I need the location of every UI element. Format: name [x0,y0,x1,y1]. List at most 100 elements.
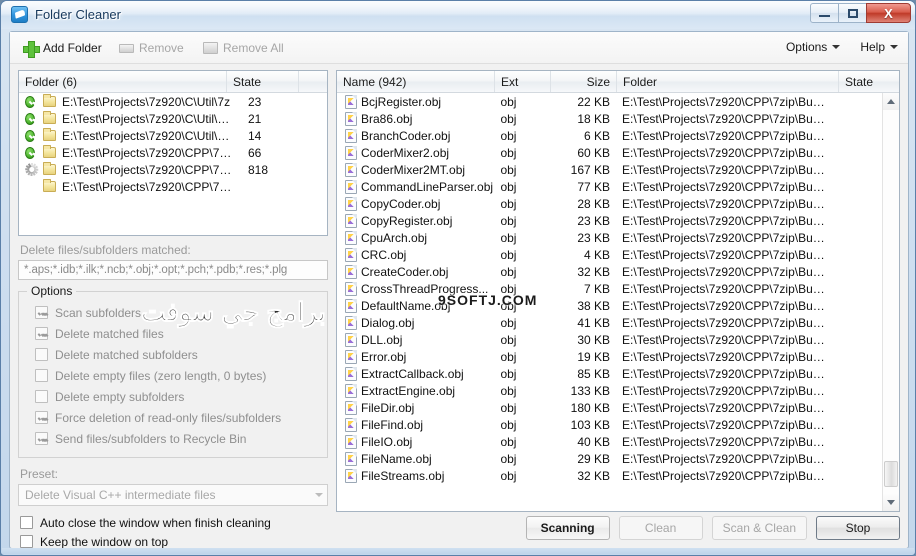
scrollbar-thumb[interactable] [884,461,898,487]
option-checkbox-4[interactable] [35,390,48,403]
option-row-4[interactable]: Delete empty subfolders [27,386,319,407]
ext-column-header[interactable]: Ext [495,71,551,92]
file-row[interactable]: CoderMixer2MT.obj obj 167 KB E:\Test\Projec… [337,161,882,178]
file-row[interactable]: FileIO.obj obj 40 KB E:\Test\Projects\7z920… [337,433,882,450]
obj-file-icon [345,281,357,296]
option-row-3[interactable]: Delete empty files (zero length, 0 bytes… [27,365,319,386]
file-size: 32 KB [577,468,611,483]
file-name: FileName.obj [361,451,432,466]
option-row-6[interactable]: Send files/subfolders to Recycle Bin [27,428,319,449]
file-name: Error.obj [361,349,407,364]
file-row[interactable]: FileName.obj obj 29 KB E:\Test\Projects\7z9… [337,450,882,467]
option-row-0[interactable]: Scan subfolders [27,302,319,323]
obj-file-icon [345,298,357,313]
folder-state-value: 23 [248,94,262,109]
folder-row[interactable]: E:\Test\Projects\7z920\CPP\7zip\... 66 [19,144,327,161]
file-row[interactable]: DefaultName.obj obj 38 KB E:\Test\Projects\… [337,297,882,314]
file-list[interactable]: Name (942) Ext Size Folder State BcjRegi… [336,70,900,512]
toolbar: Add Folder Remove Remove All Options Hel… [10,32,908,64]
file-row[interactable]: CrossThreadProgress... obj 7 KB E:\Test\Pro… [337,280,882,297]
close-button[interactable]: X [866,3,911,23]
add-folder-label: Add Folder [43,41,102,55]
add-folder-button[interactable]: Add Folder [18,37,107,59]
stop-button[interactable]: Stop [816,516,900,540]
name-column-header[interactable]: Name (942) [337,71,495,92]
file-size: 18 KB [577,111,611,126]
option-label-0: Scan subfolders [55,305,142,320]
folder-row[interactable]: E:\Test\Projects\7z920\CPP\7zip\UI [19,178,327,195]
option-checkbox-6[interactable] [35,432,48,445]
minimize-button[interactable] [810,3,839,23]
file-row[interactable]: FileFind.obj obj 103 KB E:\Test\Projects\7z… [337,416,882,433]
status-done-icon [19,129,41,142]
file-size: 85 KB [577,366,611,381]
file-folder: E:\Test\Projects\7z920\CPP\7zip\Bundle..… [622,213,838,228]
file-size: 40 KB [577,434,611,449]
help-menu-label: Help [860,40,885,54]
file-row[interactable]: CpuArch.obj obj 23 KB E:\Test\Projects\7z92… [337,229,882,246]
filter-input[interactable]: *.aps;*.idb;*.ilk;*.ncb;*.obj;*.opt;*.pc… [18,260,328,280]
file-row[interactable]: CommandLineParser.obj obj 77 KB E:\Test\Pro… [337,178,882,195]
option-checkbox-5[interactable] [35,411,48,424]
maximize-button[interactable] [838,3,867,23]
option-row-5[interactable]: Force deletion of read-only files/subfol… [27,407,319,428]
state-column-header[interactable]: State [839,71,884,92]
folder-icon [43,145,56,158]
file-row[interactable]: FileDir.obj obj 180 KB E:\Test\Projects\7z9… [337,399,882,416]
file-row[interactable]: ExtractEngine.obj obj 133 KB E:\Test\Projec… [337,382,882,399]
folder-row[interactable]: E:\Test\Projects\7z920\C\Util\Lzm... 14 [19,127,327,144]
option-checkbox-3[interactable] [35,369,48,382]
scanning-button[interactable]: Scanning [525,516,610,540]
folder-row[interactable]: E:\Test\Projects\7z920\C\Util\Sfx... 21 [19,110,327,127]
file-ext: obj [500,400,517,415]
keep-on-top-checkbox[interactable] [20,535,33,548]
file-row[interactable]: CopyRegister.obj obj 23 KB E:\Test\Projects… [337,212,882,229]
file-list-header: Name (942) Ext Size Folder State [337,71,899,93]
file-row[interactable]: CopyCoder.obj obj 28 KB E:\Test\Projects\7z… [337,195,882,212]
file-folder: E:\Test\Projects\7z920\CPP\7zip\Bundle..… [622,366,838,381]
file-ext: obj [500,281,517,296]
plus-icon [23,40,40,58]
obj-file-icon [345,417,357,432]
option-checkbox-2[interactable] [35,348,48,361]
folder-row[interactable]: E:\Test\Projects\7z920\CPP\7zip\... 818 [19,161,327,178]
file-size: 23 KB [577,213,611,228]
option-row-1[interactable]: Delete matched files [27,323,319,344]
folder-row[interactable]: E:\Test\Projects\7z920\C\Util\7z 23 [19,93,327,110]
file-row[interactable]: BranchCoder.obj obj 6 KB E:\Test\Projects\7… [337,127,882,144]
window-controls: X [810,3,911,23]
file-row[interactable]: Error.obj obj 19 KB E:\Test\Projects\7z920\… [337,348,882,365]
file-row[interactable]: CoderMixer2.obj obj 60 KB E:\Test\Projects\… [337,144,882,161]
file-row[interactable]: CreateCoder.obj obj 32 KB E:\Test\Projects\… [337,263,882,280]
auto-close-checkbox-row[interactable]: Auto close the window when finish cleani… [20,513,271,532]
file-folder: E:\Test\Projects\7z920\CPP\7zip\Bundle..… [622,230,838,245]
size-column-header[interactable]: Size [551,71,617,92]
file-row[interactable]: FileStreams.obj obj 32 KB E:\Test\Projects\… [337,467,882,484]
scroll-down-button[interactable] [883,494,899,511]
folder-column-header[interactable]: Folder [617,71,839,92]
scroll-up-button[interactable] [883,93,899,110]
folder-list[interactable]: Folder (6) State E:\Test\Projects\7z920\… [18,70,328,236]
file-row[interactable]: BcjRegister.obj obj 22 KB E:\Test\Projects\… [337,93,882,110]
preset-select[interactable]: Delete Visual C++ intermediate files [18,484,328,506]
window-title: Folder Cleaner [35,7,121,22]
option-row-2[interactable]: Delete matched subfolders [27,344,319,365]
file-row[interactable]: ExtractCallback.obj obj 85 KB E:\Test\Proje… [337,365,882,382]
obj-file-icon [345,230,357,245]
option-checkbox-0[interactable] [35,306,48,319]
file-row[interactable]: DLL.obj obj 30 KB E:\Test\Projects\7z920\CP… [337,331,882,348]
folder-icon [43,162,56,175]
app-brush-icon [11,6,28,23]
options-menu-button[interactable]: Options [782,38,844,56]
option-checkbox-1[interactable] [35,327,48,340]
auto-close-checkbox[interactable] [20,516,33,529]
help-menu-button[interactable]: Help [856,38,902,56]
file-row[interactable]: Bra86.obj obj 18 KB E:\Test\Projects\7z920\… [337,110,882,127]
file-row[interactable]: Dialog.obj obj 41 KB E:\Test\Projects\7z920… [337,314,882,331]
obj-file-icon [345,213,357,228]
file-ext: obj [500,417,517,432]
file-list-scrollbar[interactable] [882,93,899,511]
folder-column-header[interactable]: Folder (6) [19,71,227,92]
file-row[interactable]: CRC.obj obj 4 KB E:\Test\Projects\7z920\CPP… [337,246,882,263]
state-column-header[interactable]: State [227,71,299,92]
